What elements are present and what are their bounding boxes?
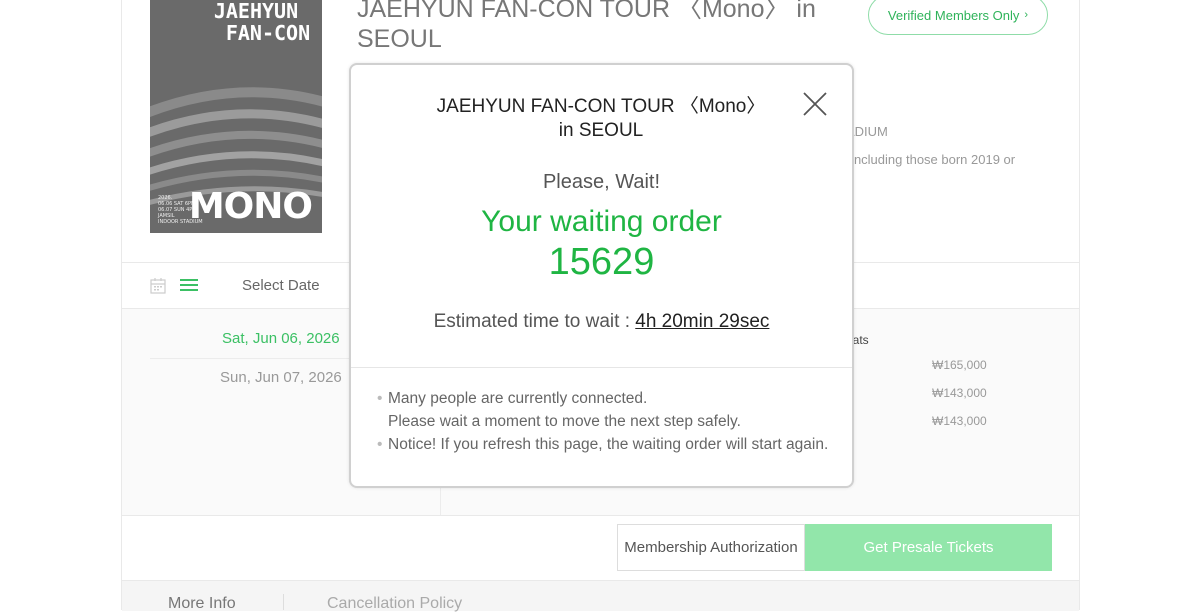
- notice-text: Many people are currently connected.: [388, 390, 648, 407]
- tab-separator: [283, 594, 284, 610]
- tab-more-info[interactable]: More Info: [168, 595, 236, 613]
- list-icon[interactable]: [180, 278, 198, 292]
- poster-title: JAEHYUN FAN-CON: [150, 0, 322, 44]
- modal-title: JAEHYUN FAN-CON TOUR 〈Mono〉 in SEOUL: [436, 96, 766, 141]
- poster-title-line1: JAEHYUN: [213, 0, 299, 23]
- notice-item: • Many people are currently connected.: [377, 387, 828, 410]
- verified-label: Verified Members Only: [887, 7, 1020, 23]
- concert-title: JAEHYUN FAN-CON TOUR 〈Mono〉 in SEOUL: [357, 0, 816, 53]
- select-date-label: Select Date: [242, 277, 320, 294]
- please-wait-text: Please, Wait!: [542, 171, 661, 193]
- concert-poster: JAEHYUN FAN-CON 2026. 06.06 SAT 6PM 06.0…: [150, 0, 322, 233]
- notice-item: • Notice! If you refresh this page, the w…: [377, 433, 828, 456]
- bullet-icon: •: [377, 436, 383, 453]
- verified-members-button[interactable]: Verified Members Only ›: [868, 0, 1048, 35]
- poster-title-line2: FAN-CON: [225, 21, 311, 45]
- close-icon[interactable]: [802, 91, 828, 117]
- info-tabs-bar: [122, 580, 1079, 611]
- poster-mono: MONO: [188, 186, 313, 227]
- notice-item: Please wait a moment to move the next st…: [377, 410, 828, 433]
- waiting-queue-modal: JAEHYUN FAN-CON TOUR 〈Mono〉 in SEOUL Ple…: [349, 63, 854, 488]
- notice-list: • Many people are currently connected. Pl…: [377, 387, 828, 456]
- date-option-selected[interactable]: Sat, Jun 06, 2026: [222, 330, 340, 347]
- date-option[interactable]: Sun, Jun 07, 2026: [220, 369, 342, 386]
- waiting-order-number: 15629: [548, 241, 655, 283]
- estimated-time-label: Estimated time to wait :: [433, 311, 636, 332]
- get-presale-tickets-button[interactable]: Get Presale Tickets: [805, 524, 1052, 571]
- age-limit-text: (Including those born 2019 or: [846, 152, 1016, 167]
- estimated-time-value: 4h 20min 29sec: [635, 311, 770, 332]
- notice-text: Notice! If you refresh this page, the wa…: [388, 436, 829, 453]
- seat-price: ₩143,000: [932, 386, 987, 400]
- modal-divider: [351, 367, 852, 368]
- calendar-icon[interactable]: [150, 277, 166, 294]
- tab-cancellation-policy[interactable]: Cancellation Policy: [327, 595, 462, 613]
- seat-price: ₩143,000: [932, 414, 987, 428]
- bullet-icon: •: [377, 390, 383, 407]
- chevron-right-icon: ›: [1024, 9, 1029, 21]
- waiting-order-label: Your waiting order: [481, 205, 722, 238]
- notice-text: Please wait a moment to move the next st…: [388, 413, 741, 430]
- seat-price: ₩165,000: [932, 358, 987, 372]
- membership-authorization-button[interactable]: Membership Authorization: [617, 524, 805, 571]
- estimated-time-row: Estimated time to wait : 4h 20min 29sec: [351, 311, 852, 333]
